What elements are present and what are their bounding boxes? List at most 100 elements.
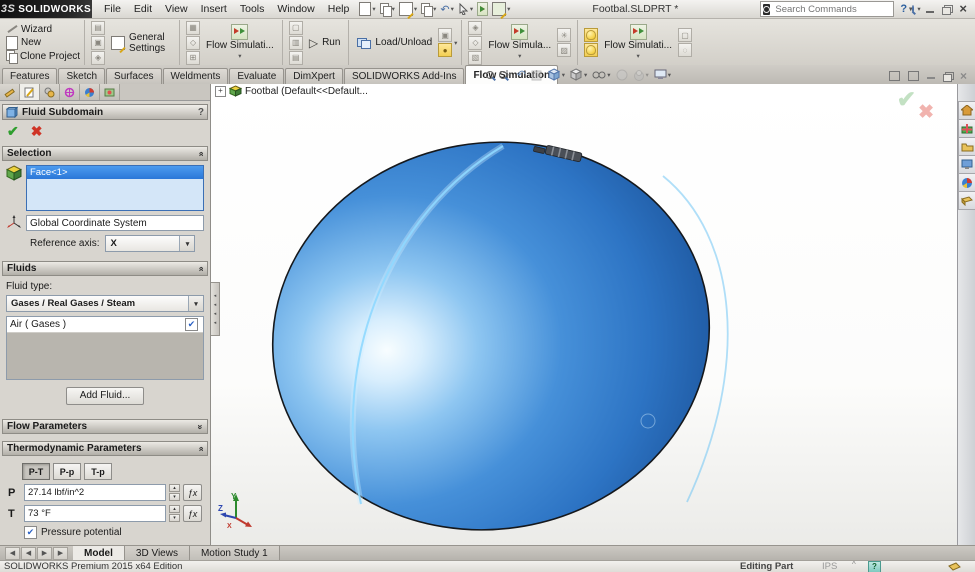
minimize-button[interactable]	[926, 10, 935, 13]
nav-prev-button[interactable]: ◀	[21, 546, 36, 560]
fluid-checkbox[interactable]: ✔	[185, 318, 198, 331]
display-mesh-icon[interactable]: ◌	[678, 43, 692, 57]
pressure-potential-checkbox[interactable]: ✔	[24, 526, 37, 539]
batch-results-icon[interactable]: ●	[438, 43, 453, 57]
lightbulb-section-icon[interactable]	[584, 43, 599, 57]
search-dropdown-icon[interactable]: ▾	[917, 5, 920, 13]
doc-tile-icon[interactable]	[907, 71, 919, 81]
tab-displaymanager[interactable]	[80, 84, 100, 100]
dropdown-icon[interactable]: ▾	[470, 5, 473, 13]
general-settings-button[interactable]: General Settings	[107, 32, 175, 54]
search-commands-box[interactable]: ▾	[760, 1, 921, 17]
doc-minimize-button[interactable]	[926, 77, 935, 79]
tab-weldments[interactable]: Weldments	[162, 68, 229, 84]
custom-properties-icon[interactable]	[958, 192, 975, 210]
clone-project-button[interactable]: Clone Project	[6, 50, 80, 64]
hide-show-items-icon[interactable]: ▾	[592, 67, 611, 82]
dropdown-icon[interactable]: ▾	[636, 51, 639, 62]
run-button[interactable]: ▷ Run	[305, 37, 345, 49]
fluids-header[interactable]: Fluids »	[2, 261, 208, 276]
add-fluid-button[interactable]: Add Fluid...	[66, 387, 144, 405]
tab-dimxpertmanager[interactable]	[60, 84, 80, 100]
fluid-item-air[interactable]: Air ( Gases ) ✔	[7, 317, 203, 333]
graphics-viewport[interactable]: + Footbal (Default<<Default... ✔ ✖ ◂ ◂ ◂…	[211, 84, 958, 545]
tab-dimxpert[interactable]: DimXpert	[285, 68, 343, 84]
fluid-type-dropdown[interactable]: Gases / Real Gases / Steam ▾	[6, 295, 204, 312]
thermodynamic-header[interactable]: Thermodynamic Parameters »	[2, 441, 208, 456]
dropdown-icon[interactable]: ▾	[392, 5, 395, 13]
tab-3d-views[interactable]: 3D Views	[124, 546, 190, 560]
reference-axis-dropdown[interactable]: X ▾	[105, 235, 196, 252]
tree-expand-icon[interactable]: +	[215, 85, 226, 97]
zoom-to-fit-icon[interactable]	[486, 67, 494, 82]
engineering-database-icon[interactable]: ▤	[91, 20, 106, 35]
file-explorer-icon[interactable]	[958, 156, 975, 174]
mesh-settings-icon[interactable]: ✳	[557, 28, 572, 42]
units-label[interactable]: IPS	[822, 561, 837, 572]
tab-model[interactable]: Model	[73, 546, 125, 560]
menu-insert[interactable]: Insert	[201, 3, 227, 15]
open-file-button[interactable]: ▾	[379, 2, 395, 17]
component-control-icon[interactable]: ◇	[186, 35, 201, 50]
football-face[interactable]	[242, 108, 740, 545]
temperature-input[interactable]: 73 °F	[24, 505, 166, 522]
menu-file[interactable]: File	[104, 3, 121, 15]
menu-edit[interactable]: Edit	[134, 3, 152, 15]
options-button[interactable]: ▾	[492, 2, 510, 16]
menu-help[interactable]: Help	[328, 3, 350, 15]
collapse-icon[interactable]: »	[195, 151, 205, 156]
zoom-to-area-icon[interactable]: ⌐	[499, 67, 512, 82]
units-icon[interactable]: ▣	[91, 35, 106, 50]
save-results-icon[interactable]: ▣	[438, 28, 453, 42]
help-button[interactable]: ? ▾	[900, 3, 912, 15]
dropdown-icon[interactable]: ▾	[451, 5, 454, 13]
batch-run-icon[interactable]: ▤	[288, 50, 303, 65]
tab-flow-simulation-tree[interactable]	[100, 84, 120, 100]
tab-motion-study[interactable]: Motion Study 1	[189, 546, 280, 560]
tab-evaluate[interactable]: Evaluate	[229, 68, 285, 84]
tab-sketch[interactable]: Sketch	[58, 68, 106, 84]
selected-face-item[interactable]: Face<1>	[27, 166, 203, 179]
local-mesh-icon[interactable]: ▨	[557, 43, 572, 57]
dropdown-icon[interactable]: ▾	[454, 39, 457, 47]
calculation-control-icon[interactable]: ◈	[91, 50, 106, 65]
dropdown-arrow-icon[interactable]: ▾	[188, 296, 203, 311]
mode-pt-button[interactable]: P-T	[22, 463, 50, 480]
mesh-icon[interactable]: ⊞	[186, 50, 201, 65]
solver-monitor-icon[interactable]: ▢	[288, 20, 303, 35]
temperature-equation-button[interactable]: ƒx	[183, 505, 202, 522]
tab-features[interactable]: Features	[2, 68, 58, 84]
temperature-spinner[interactable]: ▴ ▾	[169, 505, 180, 522]
view-orientation-icon[interactable]: ▾	[547, 67, 565, 82]
new-project-button[interactable]: New	[6, 35, 80, 50]
fluids-list[interactable]: Air ( Gases ) ✔	[6, 316, 204, 380]
search-icon[interactable]	[912, 5, 915, 13]
coordinate-system-field[interactable]: Global Coordinate System	[26, 215, 204, 231]
flow-simulation-project-button[interactable]: Flow Simulati... ▾	[202, 23, 278, 62]
nav-next-button[interactable]: ▶	[37, 546, 52, 560]
dropdown-icon[interactable]: ▾	[414, 5, 417, 13]
undo-button[interactable]: ↶ ▾	[440, 2, 453, 16]
tree-item-label[interactable]: Footbal (Default<<Default...	[245, 86, 368, 97]
dropdown-icon[interactable]: ▾	[372, 5, 375, 13]
flow-simulation-display-button[interactable]: Flow Simulati... ▾	[600, 23, 676, 62]
menu-tools[interactable]: Tools	[240, 3, 265, 15]
football-model[interactable]	[211, 84, 958, 545]
restore-button[interactable]	[942, 5, 954, 15]
collapse-icon[interactable]: »	[195, 446, 205, 451]
geometry-check-icon[interactable]: ▦	[186, 20, 201, 35]
nav-first-button[interactable]: ◀	[5, 546, 20, 560]
ok-button[interactable]: ✔	[7, 123, 19, 140]
dropdown-icon[interactable]: ▾	[518, 51, 521, 62]
close-button[interactable]: ×	[959, 2, 967, 15]
mode-pp-button[interactable]: P-p	[53, 463, 81, 480]
view-settings-icon[interactable]: ▾	[654, 67, 671, 82]
results-icon[interactable]: ▥	[288, 35, 303, 50]
mode-tp-button[interactable]: T-p	[84, 463, 112, 480]
flow-simulation-conditions-button[interactable]: Flow Simula... ▾	[484, 23, 555, 62]
pm-help-icon[interactable]: ?	[198, 107, 204, 118]
boundary-condition-icon[interactable]: ◈	[468, 20, 483, 35]
selection-header[interactable]: Selection »	[2, 146, 208, 161]
units-dropdown-icon[interactable]: ^	[852, 560, 856, 569]
search-input[interactable]	[773, 2, 910, 16]
